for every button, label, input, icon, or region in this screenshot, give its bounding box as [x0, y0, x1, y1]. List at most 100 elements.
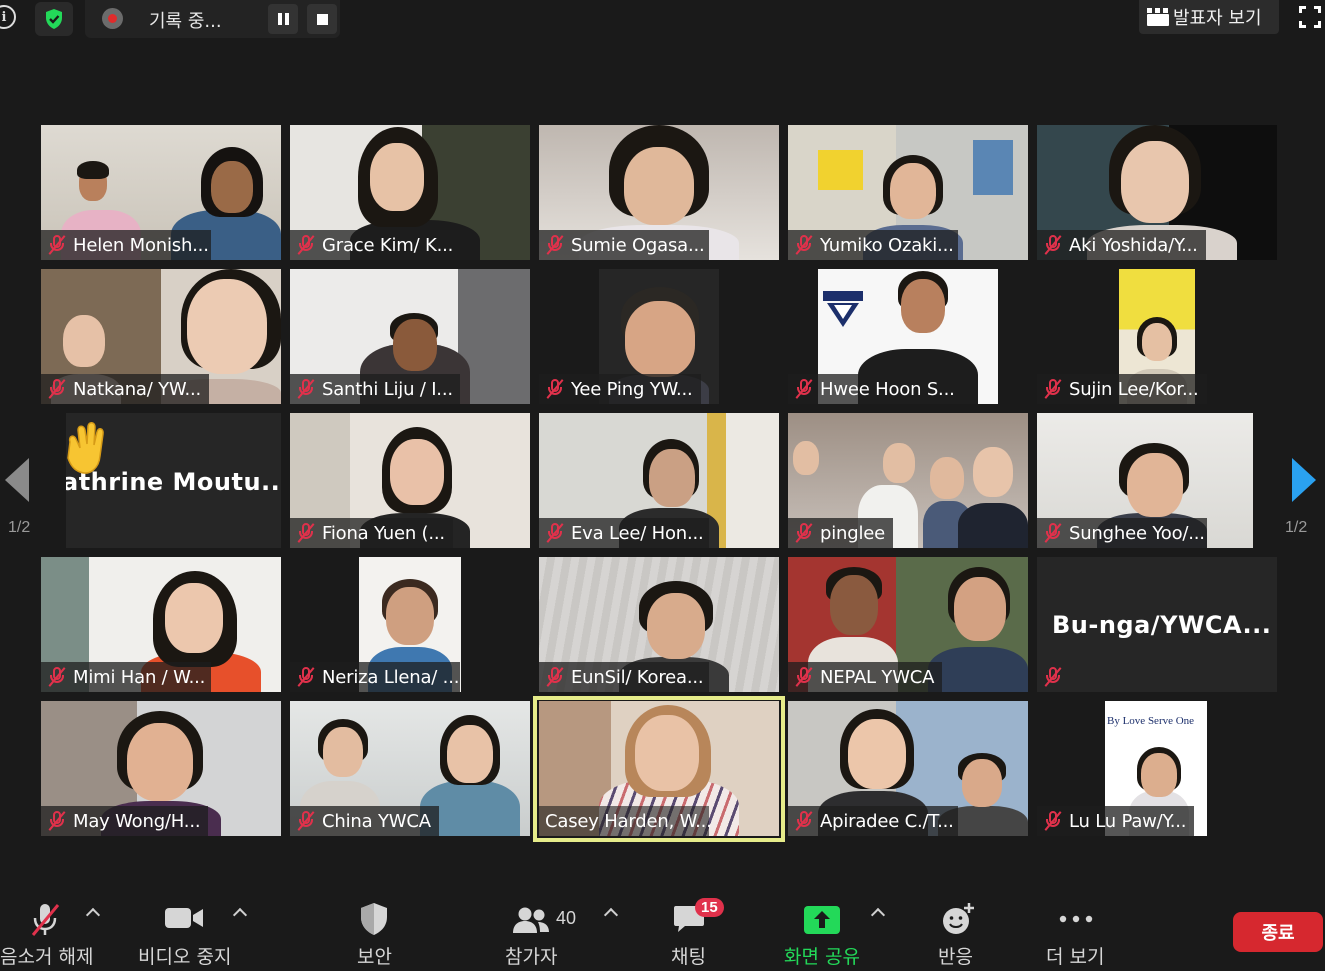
participant-name: Sumie Ogasa...	[571, 234, 705, 256]
participant-name: Hwee Hoon S...	[820, 378, 955, 400]
mic-muted-icon	[1043, 522, 1063, 544]
reactions-label: 반응	[938, 946, 973, 968]
participant-name-tag: Yee Ping YW...	[539, 374, 701, 404]
participant-name: Sunghee Yoo/...	[1069, 522, 1205, 544]
participant-name: Helen Monish...	[73, 234, 209, 256]
mic-muted-icon	[794, 810, 814, 832]
participant-tile[interactable]: China YWCA	[290, 701, 530, 836]
mic-muted-icon	[47, 810, 67, 832]
participant-name-tag: Santhi Liju / I...	[290, 374, 460, 404]
participant-tile[interactable]: Sunghee Yoo/...	[1037, 413, 1253, 548]
stop-video-button[interactable]: 비디오 중지	[135, 890, 235, 971]
participant-name-tag: Grace Kim/ K...	[290, 230, 460, 260]
fullscreen-icon[interactable]	[1299, 6, 1321, 28]
participants-icon	[513, 907, 549, 933]
participant-name-tag	[1037, 662, 1071, 692]
participant-name: China YWCA	[322, 810, 431, 832]
participant-tile[interactable]: By Love Serve One Lu Lu Paw/Y...	[1037, 701, 1277, 836]
mic-muted-icon	[794, 522, 814, 544]
participant-name-tag: Casey Harden, W...	[539, 806, 712, 836]
participant-tile[interactable]: Yumiko Ozaki...	[788, 125, 1028, 260]
unmute-label: 음소거 해제	[0, 946, 94, 968]
participant-name: NEPAL YWCA	[820, 666, 935, 688]
microphone-muted-icon	[31, 904, 60, 936]
participants-options-chevron-icon[interactable]	[603, 907, 619, 923]
participant-tile[interactable]: Mimi Han / W...	[41, 557, 281, 692]
mic-muted-icon	[296, 522, 316, 544]
participant-tile[interactable]: Eva Lee/ Hon...	[539, 413, 779, 548]
participant-name-tag: China YWCA	[290, 806, 439, 836]
video-options-chevron-icon[interactable]	[232, 907, 248, 923]
participant-name-tag: Lu Lu Paw/Y...	[1037, 806, 1195, 836]
participants-button[interactable]: 40 참가자	[500, 890, 590, 971]
video-camera-icon	[165, 908, 203, 928]
participant-name-tag: Neriza Llena/ ...	[290, 662, 460, 692]
participant-tile[interactable]: Natkana/ YW...	[41, 269, 281, 404]
participant-name-tag: EunSil/ Korea...	[539, 662, 709, 692]
participants-label: 참가자	[505, 946, 558, 968]
info-icon[interactable]: i	[0, 5, 16, 29]
mic-muted-icon	[545, 666, 565, 688]
mic-muted-icon	[794, 666, 814, 688]
participant-name-tag: Sunghee Yoo/...	[1037, 518, 1207, 548]
mic-muted-icon	[545, 378, 565, 400]
mic-muted-icon	[1043, 666, 1063, 688]
share-screen-icon	[804, 906, 840, 934]
participant-tile-active-speaker[interactable]: Casey Harden, W...	[539, 701, 779, 836]
participant-tile[interactable]: Helen Monish...	[41, 125, 281, 260]
participant-name: Lu Lu Paw/Y...	[1069, 810, 1187, 832]
shield-check-icon	[46, 9, 62, 29]
participant-tile[interactable]: Sumie Ogasa...	[539, 125, 779, 260]
participant-tile[interactable]: Hwee Hoon S...	[788, 269, 1028, 404]
participant-tile[interactable]: Fiona Yuen (...	[290, 413, 530, 548]
share-options-chevron-icon[interactable]	[870, 907, 886, 923]
stop-recording-button[interactable]	[307, 4, 337, 34]
previous-page-arrow-icon[interactable]	[5, 458, 31, 502]
more-dots-icon	[1059, 915, 1093, 923]
recording-indicator: 기록 중...	[85, 0, 340, 38]
participant-tile-video-off[interactable]: Bu-nga/YWCA...	[1037, 557, 1277, 692]
mic-muted-icon	[545, 522, 565, 544]
more-button[interactable]: 더 보기	[1045, 890, 1115, 971]
participant-tile[interactable]: EunSil/ Korea...	[539, 557, 779, 692]
participant-tile[interactable]: Neriza Llena/ ...	[290, 557, 530, 692]
share-screen-button[interactable]: 화면 공유	[780, 890, 865, 971]
ywca-logo-icon	[823, 291, 863, 327]
participant-name-tag: Yumiko Ozaki...	[788, 230, 958, 260]
reactions-button[interactable]: 반응	[930, 890, 985, 971]
recording-label: 기록 중...	[149, 11, 222, 32]
participant-name: Fiona Yuen (...	[322, 522, 445, 544]
encryption-shield-button[interactable]	[35, 2, 73, 36]
page-indicator-left: 1/2	[8, 519, 31, 536]
participants-count: 40	[556, 908, 577, 928]
participant-tile[interactable]: Apiradee C./T...	[788, 701, 1028, 836]
pause-recording-button[interactable]	[268, 4, 298, 34]
participant-name-tag: Fiona Yuen (...	[290, 518, 453, 548]
participant-tile[interactable]: Grace Kim/ K...	[290, 125, 530, 260]
security-button[interactable]: 보안	[350, 890, 400, 971]
participant-tile[interactable]: Sujin Lee/Kor...	[1037, 269, 1277, 404]
participant-name: EunSil/ Korea...	[571, 666, 704, 688]
participant-name-tag: Sumie Ogasa...	[539, 230, 709, 260]
participant-tile[interactable]: NEPAL YWCA	[788, 557, 1028, 692]
unmute-button[interactable]: 음소거 해제	[0, 890, 94, 971]
next-page-arrow-icon[interactable]	[1290, 458, 1316, 502]
chat-label: 채팅	[671, 946, 706, 968]
mic-muted-icon	[47, 234, 67, 256]
end-meeting-button[interactable]: 종료	[1233, 912, 1323, 952]
participant-tile[interactable]: May Wong/H...	[41, 701, 281, 836]
mic-muted-icon	[296, 666, 316, 688]
participant-name: Natkana/ YW...	[73, 378, 202, 400]
speaker-view-button[interactable]: 발표자 보기	[1139, 0, 1279, 34]
speaker-view-label: 발표자 보기	[1173, 8, 1262, 29]
participant-tile[interactable]: Yee Ping YW...	[539, 269, 779, 404]
participant-tile[interactable]: Aki Yoshida/Y...	[1037, 125, 1277, 260]
mic-muted-icon	[794, 378, 814, 400]
participant-name: Yumiko Ozaki...	[820, 234, 954, 256]
security-label: 보안	[357, 946, 392, 968]
chat-button[interactable]: 15 채팅	[665, 890, 735, 971]
pause-icon	[277, 13, 289, 25]
participant-tile[interactable]: Santhi Liju / I...	[290, 269, 530, 404]
participant-tile[interactable]: pinglee	[788, 413, 1028, 548]
participant-name-tag: pinglee	[788, 518, 894, 548]
